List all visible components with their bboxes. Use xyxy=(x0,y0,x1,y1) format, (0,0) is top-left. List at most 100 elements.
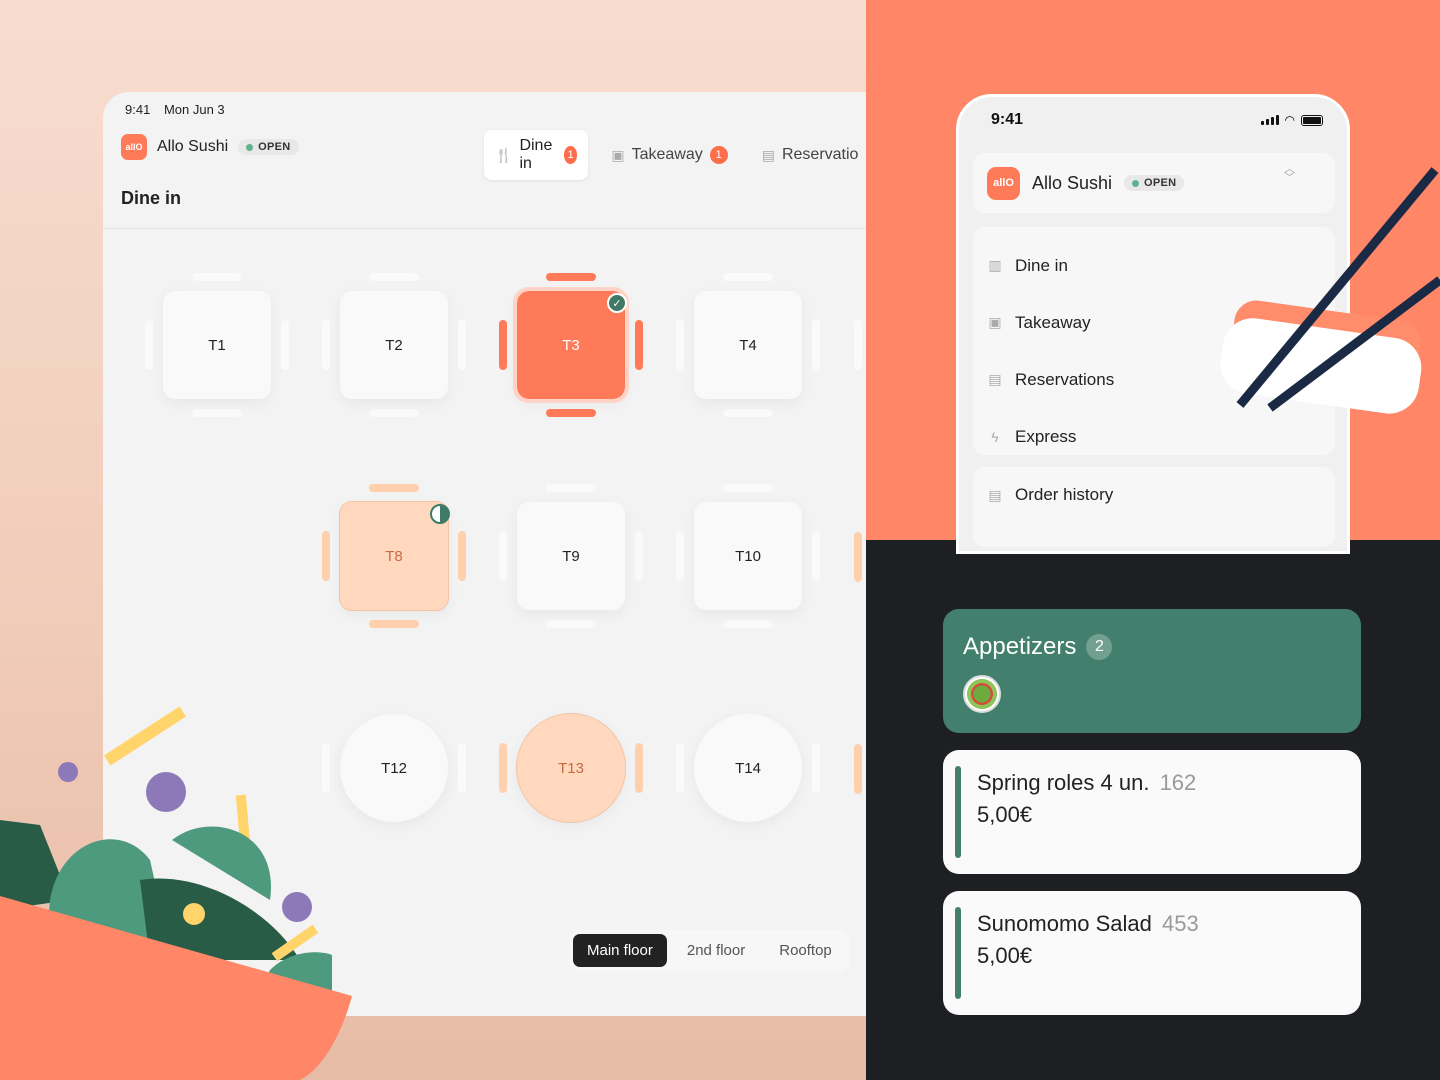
tab-label: Takeaway xyxy=(631,146,703,163)
table-t2[interactable]: T2 xyxy=(322,273,466,417)
floor-2nd[interactable]: 2nd floor xyxy=(673,934,759,967)
table-t4[interactable]: T4 xyxy=(676,273,820,417)
chair xyxy=(458,320,466,370)
chair xyxy=(369,273,419,281)
floor-rooftop[interactable]: Rooftop xyxy=(765,934,846,967)
restaurant-logo: allO xyxy=(987,166,1020,200)
table-label: T10 xyxy=(694,502,802,610)
chair xyxy=(281,320,289,370)
chair xyxy=(676,320,684,370)
menu-item-card[interactable]: Sunomomo Salad 453 5,00€ xyxy=(943,891,1361,1015)
table-t14[interactable]: T14 xyxy=(676,714,820,822)
table-label: T2 xyxy=(340,291,448,399)
item-name-row: Spring roles 4 un. 162 xyxy=(977,770,1196,796)
chair xyxy=(192,409,242,417)
tab-count-badge: 1 xyxy=(563,146,578,164)
category-name: Appetizers xyxy=(963,633,1077,660)
lightning-icon: ϟ xyxy=(991,428,999,445)
tab-takeaway[interactable]: ▣ Takeaway 1 xyxy=(600,130,738,180)
category-count-badge: 2 xyxy=(1086,634,1113,660)
signal-icon xyxy=(1260,115,1279,125)
table-label: T1 xyxy=(163,291,271,399)
chair xyxy=(322,531,330,581)
tab-count-badge: 1 xyxy=(709,146,728,164)
battery-icon xyxy=(1301,114,1323,126)
restaurant-logo: allO xyxy=(121,134,147,160)
chair xyxy=(546,273,596,281)
item-price: 5,00€ xyxy=(977,802,1033,827)
status-dot xyxy=(1132,179,1140,187)
table-t13[interactable]: T13 xyxy=(499,713,643,823)
restaurant-name: Allo Sushi xyxy=(1032,172,1113,193)
menu-item-label: Express xyxy=(1015,426,1077,446)
chair xyxy=(458,743,466,793)
table-label: T13 xyxy=(516,713,626,823)
chopsticks-illustration xyxy=(1236,167,1440,412)
restaurant-name: Allo Sushi xyxy=(157,138,229,155)
page-title: Dine in xyxy=(121,188,182,208)
menu-item-card[interactable]: Spring roles 4 un. 162 5,00€ xyxy=(943,750,1361,874)
chair xyxy=(499,531,507,581)
chair xyxy=(192,273,242,281)
item-name-row: Sunomomo Salad 453 xyxy=(977,911,1199,937)
chair xyxy=(458,531,466,581)
status-badge-label: OPEN xyxy=(258,141,291,153)
status-time: 9:41 xyxy=(125,102,151,117)
table-t9[interactable]: T9 xyxy=(499,484,643,628)
table-t3[interactable]: T3 ✓ xyxy=(499,273,643,417)
status-date: Mon Jun 3 xyxy=(163,102,225,117)
tab-reservations[interactable]: ▤ Reservatio xyxy=(751,130,866,180)
chair xyxy=(635,743,643,793)
menu-item-order-history[interactable]: ▤ Order history xyxy=(973,467,1335,547)
chair xyxy=(546,409,596,417)
table-t1[interactable]: T1 xyxy=(145,273,289,417)
status-bar: 9:41 Mon Jun 3 xyxy=(125,102,235,117)
chair xyxy=(854,532,862,582)
bag-icon: ▣ xyxy=(988,314,1002,330)
chair xyxy=(812,743,820,793)
table-t8[interactable]: T8 xyxy=(322,484,466,628)
book-icon: ▤ xyxy=(761,146,775,163)
category-title: Appetizers 2 xyxy=(963,633,1113,661)
phone-status-icons: ◠ xyxy=(1260,113,1323,127)
restaurant-switcher[interactable]: allO Allo Sushi OPEN xyxy=(121,134,299,160)
chair xyxy=(723,620,773,628)
chair xyxy=(546,620,596,628)
floor-main[interactable]: Main floor xyxy=(573,934,667,967)
item-price: 5,00€ xyxy=(977,943,1033,968)
half-circle-icon xyxy=(430,504,450,524)
floor-switcher: Main floor 2nd floor Rooftop xyxy=(569,930,850,971)
category-card-appetizers[interactable]: Appetizers 2 xyxy=(943,609,1361,733)
category-color-bar xyxy=(955,907,961,999)
chair xyxy=(812,531,820,581)
tab-dine-in[interactable]: 🍴 Dine in 1 xyxy=(484,130,589,180)
chair xyxy=(322,320,330,370)
chair xyxy=(145,320,153,370)
receipt-icon: ▤ xyxy=(988,486,1002,503)
menu-item-label: Dine in xyxy=(1015,255,1068,275)
phone-status-time: 9:41 xyxy=(991,111,1024,128)
chair xyxy=(369,484,419,492)
tab-label: Reservatio xyxy=(781,146,859,163)
chair xyxy=(723,273,773,281)
chair xyxy=(499,743,507,793)
fork-knife-icon: 🍴 xyxy=(495,146,513,163)
chair xyxy=(369,620,419,628)
item-name: Spring roles 4 un. xyxy=(977,770,1150,795)
chair xyxy=(546,484,596,492)
table-t10[interactable]: T10 xyxy=(676,484,820,628)
menu-item-label: Takeaway xyxy=(1015,312,1091,332)
chair xyxy=(635,531,643,581)
order-history-row: ▤ Order history xyxy=(987,481,1321,509)
chair xyxy=(369,409,419,417)
chair xyxy=(676,743,684,793)
item-code: 453 xyxy=(1162,911,1199,936)
item-code: 162 xyxy=(1159,770,1197,795)
category-color-bar xyxy=(955,766,961,858)
table-label: T4 xyxy=(694,291,802,399)
status-dot xyxy=(246,143,254,151)
chair xyxy=(854,320,862,370)
chair xyxy=(854,744,862,794)
order-type-tabs: 🍴 Dine in 1 ▣ Takeaway 1 ▤ Reservatio xyxy=(484,130,866,180)
bag-icon: ▣ xyxy=(611,146,625,163)
